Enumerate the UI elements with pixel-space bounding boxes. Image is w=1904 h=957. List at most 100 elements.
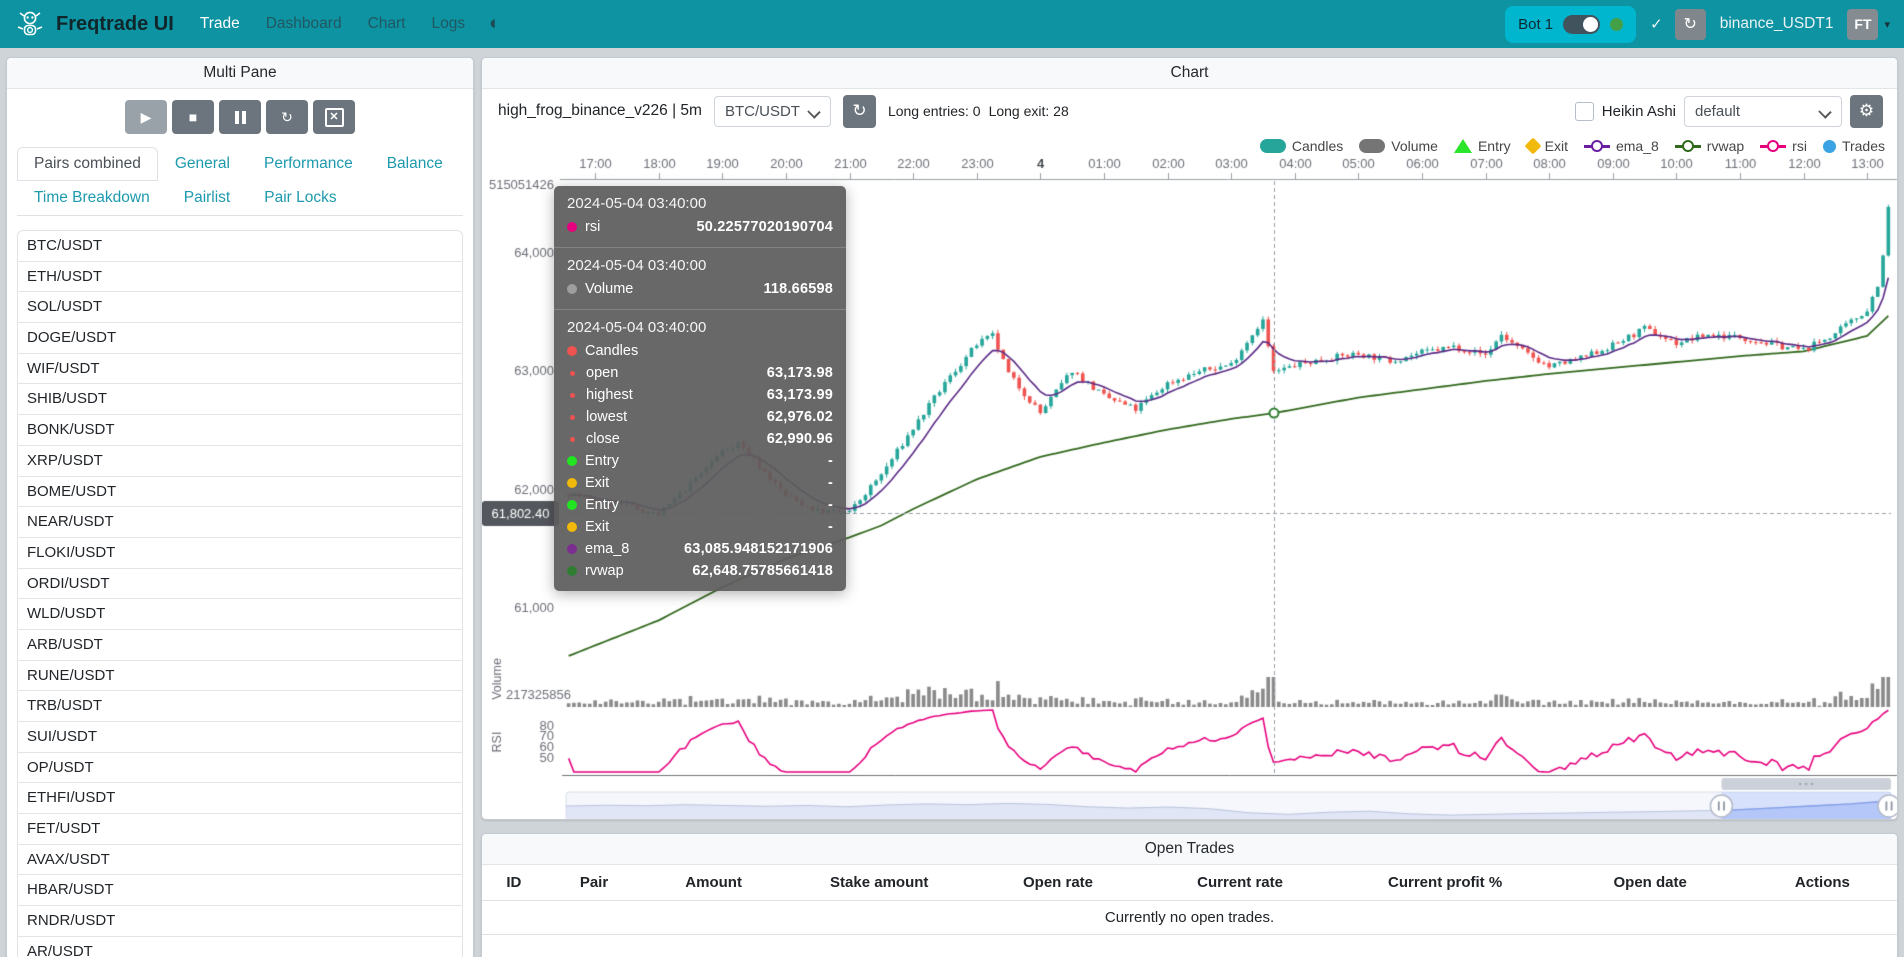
tooltip-timestamp: 2024-05-04 03:40:00 [567, 195, 833, 212]
tooltip-value: 63,173.99 [767, 387, 833, 403]
chart-title: Chart [482, 58, 1897, 89]
series-dot-icon [567, 478, 577, 488]
tooltip-label: Candles [585, 343, 638, 359]
refresh-chart-button[interactable]: ↻ [843, 95, 876, 128]
column-header-amount: Amount [642, 865, 785, 901]
pause-button[interactable] [219, 100, 261, 134]
no-open-trades-message: Currently no open trades. [482, 901, 1897, 935]
pair-list-item[interactable]: WLD/USDT [18, 599, 462, 630]
theme-toggle-icon[interactable]: ◐ [489, 13, 500, 35]
pair-list-item[interactable]: TRB/USDT [18, 691, 462, 722]
pair-list-item[interactable]: HBAR/USDT [18, 875, 462, 906]
open-trades-panel: Open Trades IDPairAmountStake amountOpen… [481, 833, 1898, 957]
tab-performance[interactable]: Performance [247, 147, 370, 181]
nav-link-trade[interactable]: Trade [200, 15, 240, 33]
pair-list-item[interactable]: AR/USDT [18, 937, 462, 957]
tooltip-row-entry: Entry- [567, 450, 833, 472]
bot-toggle[interactable] [1563, 15, 1600, 34]
stop-button[interactable]: ■ [172, 100, 214, 134]
long-entries-label: Long entries: 0 [888, 103, 981, 119]
freqtrade-logo-icon [14, 8, 46, 40]
tooltip-label: lowest [586, 409, 627, 425]
tooltip-label: highest [586, 387, 633, 403]
pair-list-item[interactable]: BOME/USDT [18, 477, 462, 508]
nav-link-chart[interactable]: Chart [368, 15, 406, 33]
long-exit-label: Long exit: 28 [989, 103, 1069, 119]
pair-list-item[interactable]: BTC/USDT [18, 231, 462, 262]
tab-pairlist[interactable]: Pairlist [167, 181, 248, 215]
tooltip-label: rvwap [585, 563, 624, 579]
tooltip-timestamp: 2024-05-04 03:40:00 [567, 319, 833, 336]
tooltip-row-candles: Candles [567, 340, 833, 362]
pair-list-item[interactable]: RUNE/USDT [18, 661, 462, 692]
reload-config-button[interactable]: ↻ [266, 100, 308, 134]
main-nav: Trade Dashboard Chart Logs [200, 15, 465, 33]
plot-config-select[interactable]: default [1684, 96, 1842, 127]
pause-icon [235, 111, 246, 124]
open-trades-table: IDPairAmountStake amountOpen rateCurrent… [482, 865, 1897, 935]
rsi-swatch-icon [1760, 145, 1786, 148]
tooltip-row-rvwap: rvwap62,648.75785661418 [567, 560, 833, 582]
series-dot-icon [567, 500, 577, 510]
tooltip-label: close [586, 431, 620, 447]
pair-list-item[interactable]: RNDR/USDT [18, 906, 462, 937]
bot-selector[interactable]: Bot 1 [1505, 6, 1636, 43]
chart-tooltip: 2024-05-04 03:40:00rsi50.225770201907042… [554, 186, 846, 591]
user-avatar[interactable]: FT [1847, 9, 1878, 40]
pair-list-item[interactable]: FET/USDT [18, 814, 462, 845]
tooltip-label: open [586, 365, 618, 381]
tab-pairs-combined[interactable]: Pairs combined [17, 147, 158, 181]
tooltip-row-entry: Entry- [567, 494, 833, 516]
pair-list-item[interactable]: ETHFI/USDT [18, 783, 462, 814]
pair-list-item[interactable]: DOGE/USDT [18, 323, 462, 354]
tab-time-breakdown[interactable]: Time Breakdown [17, 181, 167, 215]
series-dot-icon [567, 346, 577, 356]
tooltip-row-exit: Exit- [567, 516, 833, 538]
navbar-right: Bot 1 ✓ ↻ binance_USDT1 FT ▾ [1505, 6, 1890, 43]
pair-list-item[interactable]: SHIB/USDT [18, 384, 462, 415]
clear-chart-icon: ✕ [325, 108, 344, 127]
pair-list-item[interactable]: NEAR/USDT [18, 507, 462, 538]
pair-list-item[interactable]: BONK/USDT [18, 415, 462, 446]
tab-balance[interactable]: Balance [370, 147, 460, 181]
pair-list-item[interactable]: ORDI/USDT [18, 569, 462, 600]
tooltip-label: Volume [585, 281, 633, 297]
nav-link-dashboard[interactable]: Dashboard [266, 15, 342, 33]
start-button[interactable]: ▶ [125, 100, 167, 134]
tooltip-label: rsi [585, 219, 600, 235]
column-header-pair: Pair [546, 865, 643, 901]
pair-list-item[interactable]: OP/USDT [18, 753, 462, 784]
pair-list-item[interactable]: XRP/USDT [18, 446, 462, 477]
pair-list-item[interactable]: AVAX/USDT [18, 845, 462, 876]
series-dot-icon [567, 222, 577, 232]
user-menu-caret-icon[interactable]: ▾ [1884, 18, 1890, 31]
pair-list-item[interactable]: FLOKI/USDT [18, 538, 462, 569]
multi-pane-panel: Multi Pane ▶ ■ ↻ ✕ Pairs combinedGeneral… [6, 57, 474, 957]
heikin-ashi-checkbox[interactable] [1575, 102, 1594, 121]
tooltip-label: Entry [585, 453, 619, 469]
tab-pair-locks[interactable]: Pair Locks [247, 181, 353, 215]
plot-settings-button[interactable]: ⚙ [1850, 95, 1883, 128]
tooltip-value: 63,173.98 [767, 365, 833, 381]
pair-list-item[interactable]: SUI/USDT [18, 722, 462, 753]
pair-list-item[interactable]: SOL/USDT [18, 292, 462, 323]
pair-list-item[interactable]: ETH/USDT [18, 262, 462, 293]
clear-chart-button[interactable]: ✕ [313, 100, 355, 134]
series-dot-icon [570, 415, 575, 420]
open-trades-title: Open Trades [482, 834, 1897, 865]
pane-tabs: Pairs combinedGeneralPerformanceBalance T… [17, 147, 463, 216]
tooltip-row-lowest: lowest62,976.02 [567, 406, 833, 428]
chevron-down-icon [807, 105, 820, 118]
pair-list-item[interactable]: WIF/USDT [18, 354, 462, 385]
tab-general[interactable]: General [158, 147, 247, 181]
reload-bot-button[interactable]: ↻ [1675, 9, 1706, 40]
tooltip-row-open: open 63,173.98 [567, 362, 833, 384]
nav-link-logs[interactable]: Logs [431, 15, 465, 33]
pair-list-item[interactable]: ARB/USDT [18, 630, 462, 661]
column-header-open-date: Open date [1553, 865, 1748, 901]
pair-select[interactable]: BTC/USDT [714, 96, 831, 127]
check-icon: ✓ [1650, 15, 1663, 33]
series-dot-icon [570, 371, 575, 376]
tooltip-value: - [828, 475, 833, 491]
tooltip-label: Exit [585, 519, 609, 535]
